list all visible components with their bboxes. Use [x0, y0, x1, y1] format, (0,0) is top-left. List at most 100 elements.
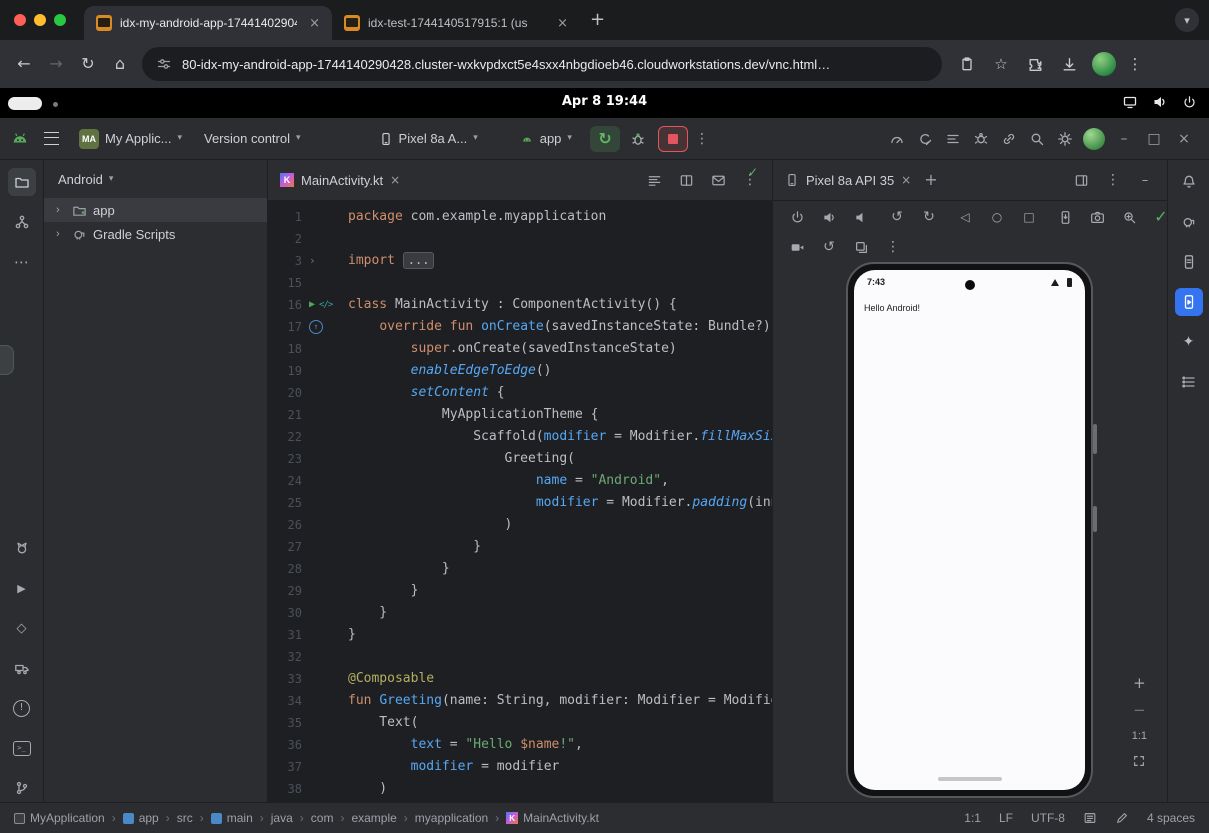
breadcrumb-item[interactable]: main — [211, 811, 253, 825]
notifications-bell-icon[interactable] — [1175, 168, 1203, 196]
gemini-icon[interactable]: ✦ — [1175, 328, 1203, 356]
inspection-ok-icon[interactable]: ✓ — [748, 166, 758, 178]
code-line[interactable]: 17↑ override fun onCreate(savedInstanceS… — [268, 316, 772, 338]
git-branch-icon[interactable] — [8, 774, 36, 802]
profiler-icon[interactable] — [883, 125, 911, 153]
breadcrumb-item[interactable]: java — [271, 811, 293, 825]
code-line[interactable]: 35 Text( — [268, 712, 772, 734]
code-viewport[interactable]: 1package com.example.myapplication23›imp… — [268, 200, 772, 802]
panel-minimize-icon[interactable]: – — [1131, 166, 1159, 194]
browser-tab-inactive[interactable]: idx-test-1744140517915:1 (us × — [332, 6, 580, 40]
bookmark-star-icon[interactable]: ☆ — [986, 49, 1016, 79]
code-line[interactable]: 21 MyApplicationTheme { — [268, 404, 772, 426]
gesture-bar[interactable] — [938, 777, 1002, 781]
logcat-tool-icon[interactable] — [8, 534, 36, 562]
code-line[interactable]: 20 setContent { — [268, 382, 772, 404]
gradle-tool-icon[interactable] — [1175, 208, 1203, 236]
close-window-button[interactable] — [14, 14, 26, 26]
device-tab-label[interactable]: Pixel 8a API 35 — [806, 173, 894, 188]
breadcrumb-item[interactable]: example — [351, 811, 396, 825]
code-line[interactable]: 3›import ... — [268, 250, 772, 272]
code-line[interactable]: 27 } — [268, 536, 772, 558]
editor-tab-mainactivity[interactable]: K MainActivity.kt × — [268, 160, 410, 200]
code-line[interactable]: 29 } — [268, 580, 772, 602]
override-gutter-icon[interactable]: ↑ — [309, 320, 323, 334]
forward-button[interactable]: → — [40, 48, 72, 80]
terminal-tool-icon[interactable]: >_ — [8, 734, 36, 762]
code-line[interactable]: 28 } — [268, 558, 772, 580]
build-variants-icon[interactable]: ◇ — [8, 614, 36, 642]
clipboard-icon[interactable] — [952, 49, 982, 79]
zoom-fit-icon[interactable] — [1132, 754, 1146, 768]
device-power-icon[interactable] — [783, 203, 811, 231]
highl-lines-icon[interactable] — [640, 166, 668, 194]
caret-position[interactable]: 1:1 — [964, 811, 981, 825]
device-more-icon[interactable]: ⋮ — [879, 233, 907, 261]
tab-search-button[interactable]: ▾ — [1175, 8, 1199, 32]
zoom-in-icon[interactable]: + — [1133, 676, 1146, 691]
code-line[interactable]: 18 super.onCreate(savedInstanceState) — [268, 338, 772, 360]
code-line[interactable]: 33@Composable — [268, 668, 772, 690]
power-icon[interactable] — [1182, 95, 1197, 110]
app-inspection-icon[interactable] — [967, 125, 995, 153]
code-line[interactable]: 15 — [268, 272, 772, 294]
file-encoding[interactable]: UTF-8 — [1031, 811, 1065, 825]
rotate-left-icon[interactable]: ↺ — [883, 203, 911, 231]
code-line[interactable]: 24 name = "Android", — [268, 470, 772, 492]
mail-icon[interactable] — [704, 166, 732, 194]
minimize-window-button[interactable] — [34, 14, 46, 26]
device-explorer-icon[interactable] — [1175, 248, 1203, 276]
line-separator[interactable]: LF — [999, 811, 1013, 825]
extensions-puzzle-icon[interactable] — [1020, 49, 1050, 79]
volume-down-icon[interactable] — [847, 203, 875, 231]
vcs-widget[interactable]: Version control ▾ — [196, 124, 309, 154]
run-button[interactable]: ↻ — [590, 126, 620, 152]
structure-nodes-icon[interactable] — [8, 208, 36, 236]
code-line[interactable]: 2 — [268, 228, 772, 250]
tab-close-icon[interactable]: × — [390, 174, 400, 186]
run-tool-icon[interactable]: ▶ — [8, 574, 36, 602]
android-home-icon[interactable]: ○ — [983, 203, 1011, 231]
device-tab-close-icon[interactable]: × — [901, 174, 911, 186]
code-line[interactable]: 19 enableEdgeToEdge() — [268, 360, 772, 382]
tree-item-gradle-scripts[interactable]: › Gradle Scripts — [44, 222, 267, 246]
panel-more-icon[interactable]: ⋮ — [1099, 166, 1127, 194]
problems-tool-icon[interactable]: ! — [8, 694, 36, 722]
breadcrumb-item[interactable]: com — [311, 811, 334, 825]
code-line[interactable]: 37 modifier = modifier — [268, 756, 772, 778]
project-widget[interactable]: MA My Applic... ▾ — [71, 124, 190, 154]
reset-icon[interactable]: ↺ — [815, 233, 843, 261]
panel-splitter-handle[interactable] — [0, 345, 14, 375]
stop-button[interactable] — [658, 126, 688, 152]
volume-up-icon[interactable] — [815, 203, 843, 231]
zoom-out-icon[interactable]: − — [1133, 703, 1146, 718]
zoom-level[interactable]: 1:1 — [1132, 730, 1147, 742]
breadcrumb-item[interactable]: app — [123, 811, 159, 825]
window-minimize-icon[interactable]: – — [1109, 132, 1139, 146]
device-screen[interactable]: 7:43 Hello Android! — [854, 270, 1085, 790]
logcat-icon[interactable] — [939, 125, 967, 153]
main-menu-icon[interactable] — [44, 132, 59, 145]
tree-item-app[interactable]: › app — [44, 198, 267, 222]
camera-icon[interactable] — [1083, 203, 1111, 231]
browser-tab-active[interactable]: idx-my-android-app-1744140290428 × — [84, 6, 332, 40]
code-line[interactable]: 34fun Greeting(name: String, modifier: M… — [268, 690, 772, 712]
code-line[interactable]: 25 modifier = Modifier.padding(innerPadd… — [268, 492, 772, 514]
address-bar[interactable]: 80-idx-my-android-app-1744140290428.clus… — [142, 47, 942, 81]
rotate-right-icon[interactable]: ↻ — [915, 203, 943, 231]
profile-avatar[interactable] — [1092, 52, 1116, 76]
toolbar-more-icon[interactable]: ⋮ — [688, 125, 716, 153]
code-line[interactable]: 30 } — [268, 602, 772, 624]
truck-icon[interactable] — [8, 654, 36, 682]
user-avatar[interactable] — [1083, 128, 1105, 150]
home-button[interactable]: ⌂ — [104, 48, 136, 80]
run-gutter-icon[interactable]: ▶ — [309, 294, 315, 316]
downloads-icon[interactable] — [1054, 49, 1084, 79]
device-mirroring-icon[interactable] — [995, 125, 1023, 153]
tab-close-icon[interactable]: × — [553, 17, 572, 30]
debug-button[interactable] — [624, 125, 652, 153]
split-editor-icon[interactable] — [672, 166, 700, 194]
screen-record-icon[interactable] — [783, 233, 811, 261]
indent-setting[interactable]: 4 spaces — [1147, 811, 1195, 825]
code-line[interactable]: 31} — [268, 624, 772, 646]
